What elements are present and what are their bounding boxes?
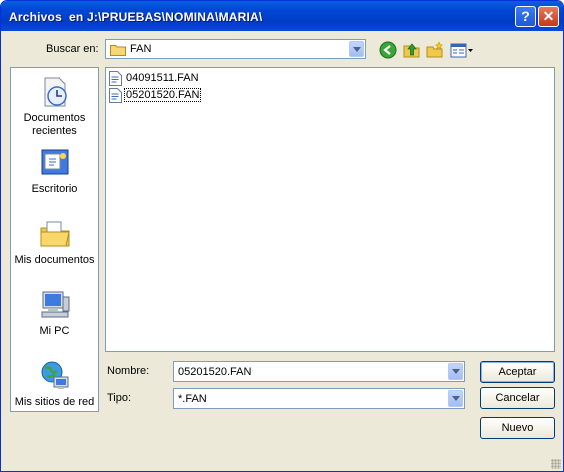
lookin-dropdown[interactable]: FAN: [105, 39, 366, 59]
place-network[interactable]: Mis sitios de red: [11, 360, 98, 409]
file-name: 04091511.FAN: [126, 72, 199, 84]
chevron-down-icon[interactable]: [448, 363, 463, 380]
file-type-value: *.FAN: [178, 393, 207, 405]
file-icon: [109, 88, 122, 103]
chevron-down-icon[interactable]: [448, 390, 463, 407]
place-my-computer[interactable]: Mi PC: [11, 289, 98, 338]
window-title: Archivos en J:\PRUEBAS\NOMINA\MARIA\: [9, 10, 263, 24]
accept-button[interactable]: Aceptar: [480, 361, 555, 383]
place-label: Mi PC: [39, 325, 70, 337]
lookin-value: FAN: [130, 43, 152, 55]
place-my-documents[interactable]: Mis documentos: [11, 218, 98, 267]
cancel-button[interactable]: Cancelar: [480, 387, 555, 409]
file-list[interactable]: 04091511.FAN 05201520.FAN: [105, 67, 555, 352]
file-name: 05201520.FAN: [123, 88, 202, 102]
place-label: Escritorio: [31, 183, 78, 195]
file-icon: [109, 71, 122, 86]
places-bar: Documentos recientes Escritorio Mis docu…: [10, 67, 99, 412]
close-button[interactable]: ✕: [538, 6, 559, 27]
chevron-down-icon[interactable]: [349, 41, 364, 57]
filename-combo[interactable]: 05201520.FAN: [173, 361, 465, 382]
name-label: Nombre:: [107, 365, 150, 377]
place-recent-documents[interactable]: Documentos recientes: [11, 76, 98, 138]
up-folder-icon[interactable]: [403, 41, 421, 59]
resize-grip[interactable]: [551, 459, 561, 469]
file-type-dropdown[interactable]: *.FAN: [173, 388, 465, 409]
back-icon[interactable]: [379, 41, 397, 59]
title-bar[interactable]: Archivos en J:\PRUEBAS\NOMINA\MARIA\ ? ✕: [1, 1, 563, 31]
my-documents-icon: [40, 221, 70, 247]
new-button[interactable]: Nuevo: [480, 417, 555, 439]
my-computer-icon: [41, 291, 69, 318]
type-label: Tipo:: [107, 392, 132, 404]
lookin-label: Buscar en:: [46, 43, 99, 55]
filename-value: 05201520.FAN: [178, 366, 252, 378]
view-menu-icon[interactable]: [450, 41, 474, 59]
place-label: Mis documentos: [14, 254, 95, 266]
new-folder-icon[interactable]: [426, 41, 444, 59]
desktop-icon: [41, 149, 68, 175]
place-desktop[interactable]: Escritorio: [11, 147, 98, 196]
recent-documents-icon: [44, 77, 67, 107]
folder-icon: [110, 45, 126, 56]
help-button[interactable]: ?: [515, 6, 536, 27]
file-dialog-window: Archivos en J:\PRUEBAS\NOMINA\MARIA\ ? ✕…: [0, 0, 564, 472]
place-label: Documentos recientes: [23, 112, 86, 137]
network-places-icon: [41, 361, 68, 389]
place-label: Mis sitios de red: [14, 396, 95, 408]
